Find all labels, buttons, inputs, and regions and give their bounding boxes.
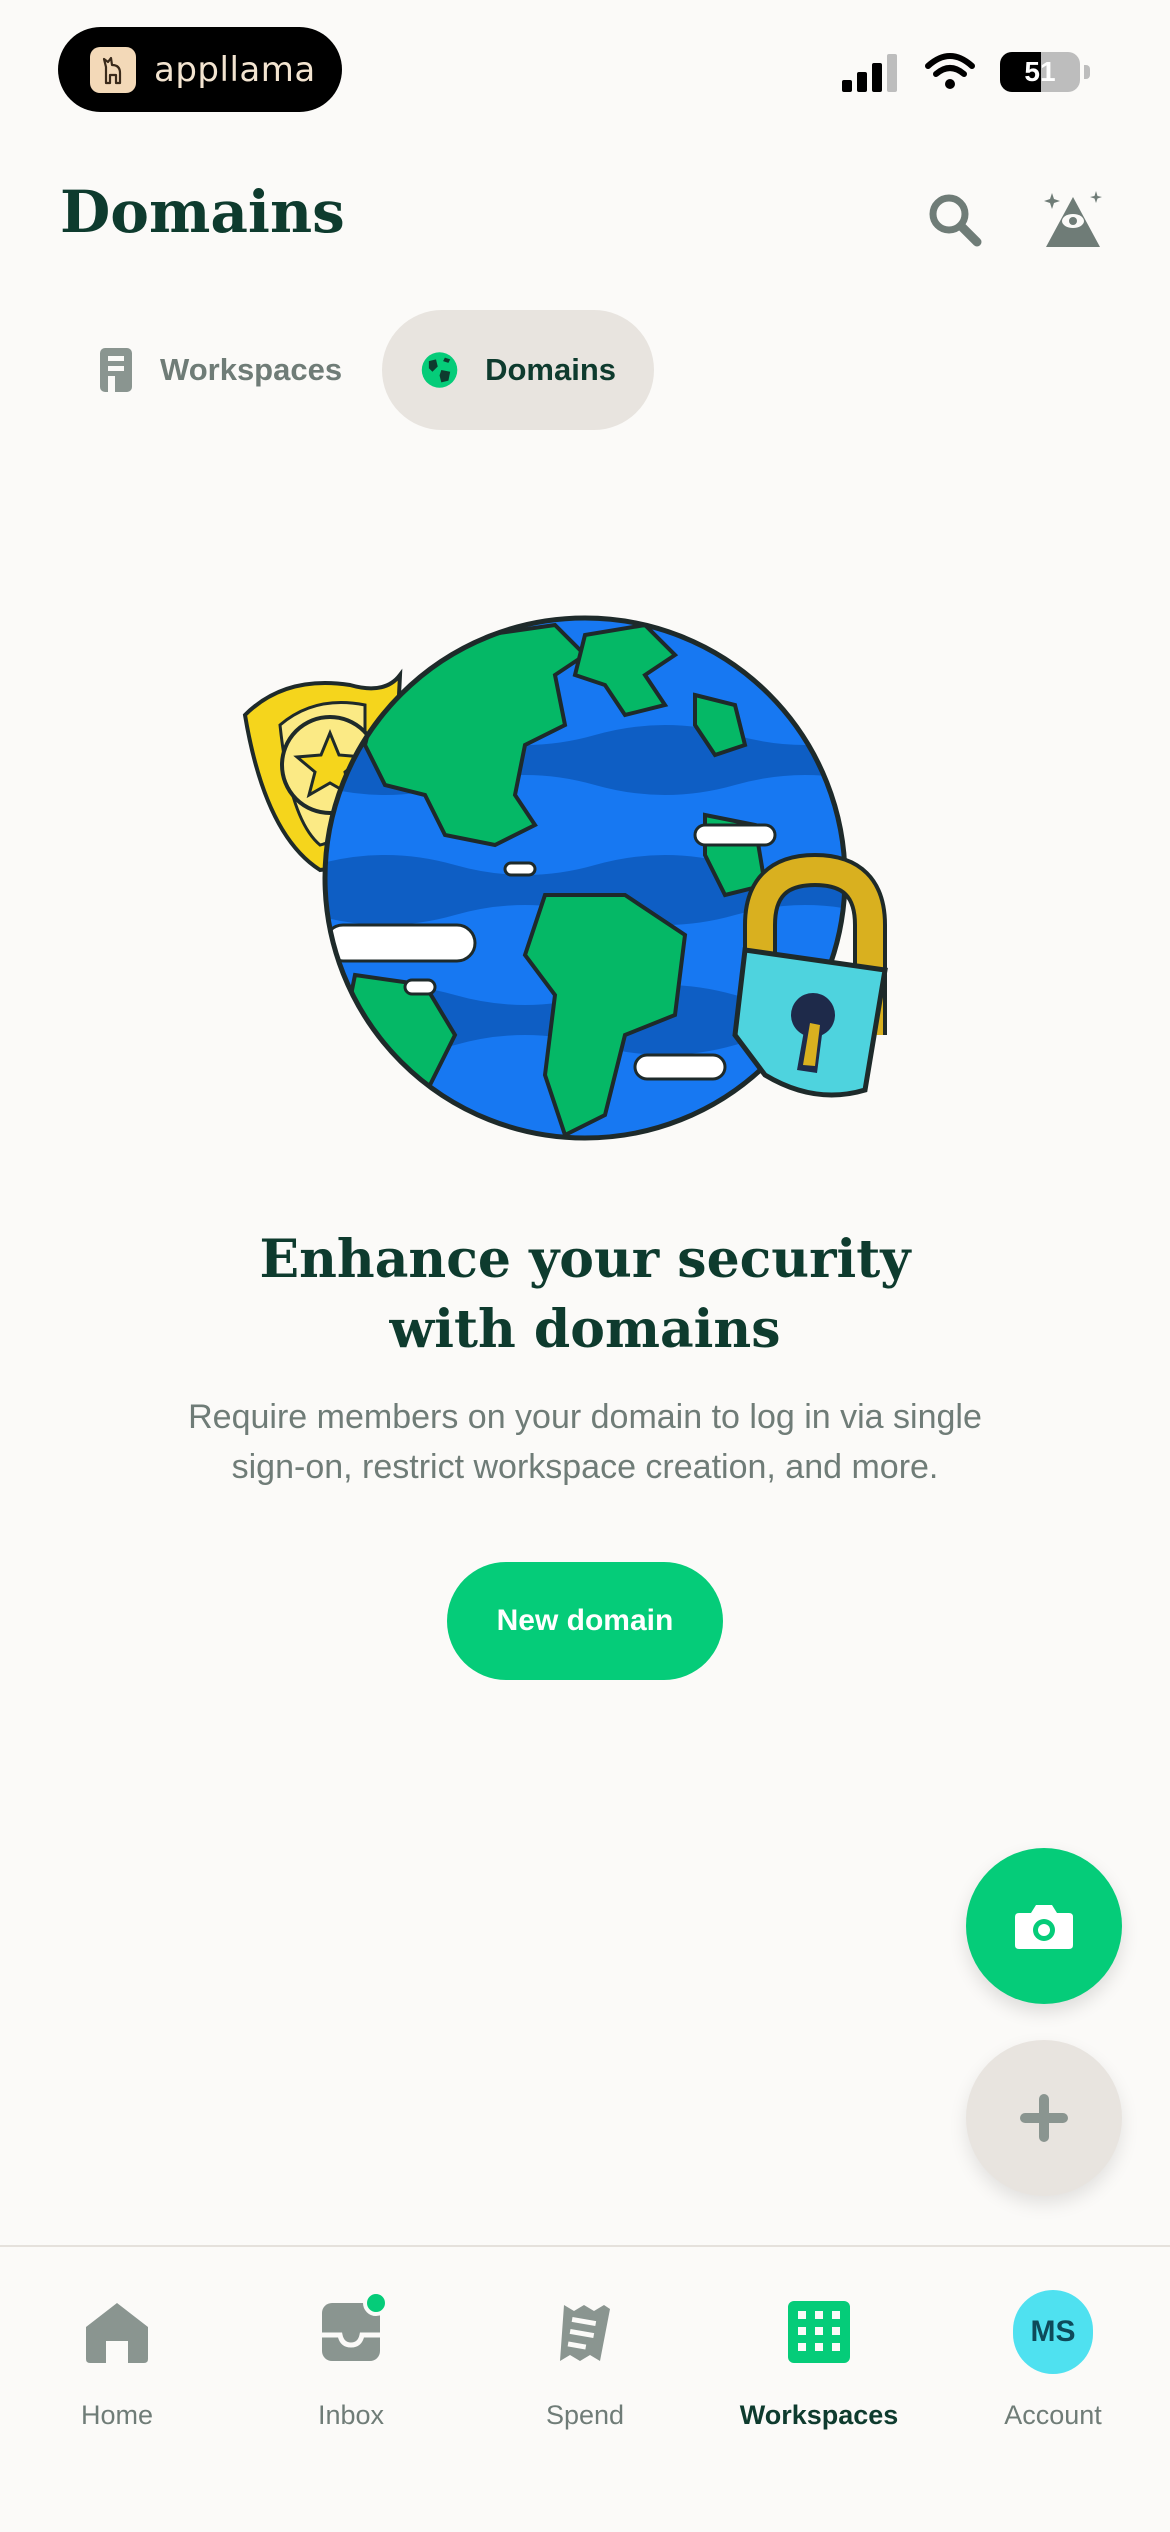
search-icon[interactable]: [920, 185, 990, 255]
tab-workspaces[interactable]: Workspaces: [60, 310, 380, 430]
tab-workspaces-label: Workspaces: [160, 352, 343, 387]
page-title: Domains: [60, 178, 345, 246]
bottom-nav: Home Inbox Spend Workspaces MS Account: [0, 2245, 1170, 2532]
nav-label-home: Home: [80, 2400, 154, 2430]
building-outline-icon: [100, 348, 132, 392]
nav-label-workspaces: Workspaces: [739, 2400, 899, 2430]
nav-label-account: Account: [1004, 2400, 1102, 2430]
nav-label-inbox: Inbox: [317, 2400, 385, 2430]
cellular-signal-icon: [842, 54, 897, 92]
nav-item-workspaces[interactable]: Workspaces: [702, 2292, 936, 2431]
camera-fab-button[interactable]: [966, 1848, 1122, 2004]
globe-security-illustration: [242, 615, 888, 1141]
plus-icon: [1020, 2094, 1068, 2142]
tab-domains[interactable]: Domains: [382, 310, 654, 430]
app-pill-text: appllama: [154, 49, 316, 90]
empty-state-title: Enhance your security with domains: [259, 1229, 911, 1360]
battery-icon: 51: [1000, 52, 1080, 92]
camera-icon: [1015, 1905, 1073, 1949]
wifi-icon: [925, 53, 975, 89]
nav-item-spend[interactable]: Spend: [468, 2292, 702, 2431]
nav-item-account[interactable]: MS Account: [936, 2290, 1170, 2431]
battery-nub: [1084, 65, 1090, 79]
nav-item-inbox[interactable]: Inbox: [234, 2290, 468, 2431]
building-icon: [779, 2292, 859, 2372]
app-pill[interactable]: appllama: [58, 27, 342, 112]
empty-state-description: Require members on your domain to log in…: [188, 1398, 982, 1486]
battery-level: 51: [1024, 56, 1056, 87]
globe-icon: [421, 352, 458, 388]
inbox-notification-dot: [363, 2290, 389, 2316]
receipt-icon: [545, 2292, 625, 2372]
inbox-icon: [311, 2290, 391, 2372]
domains-screen: appllama 51 Domains Workspaces Domains E…: [0, 0, 1170, 2532]
llama-logo-icon: [90, 46, 136, 93]
home-icon: [77, 2292, 157, 2372]
avatar-wrapper: MS: [1013, 2290, 1093, 2374]
magic-eye-icon[interactable]: [1038, 185, 1108, 255]
new-domain-button[interactable]: New domain: [447, 1562, 723, 1680]
status-indicators: 51: [842, 52, 1090, 92]
tab-domains-label: Domains: [485, 352, 616, 387]
add-fab-button[interactable]: [966, 2040, 1122, 2196]
avatar: MS: [1013, 2290, 1093, 2374]
nav-label-spend: Spend: [545, 2400, 625, 2430]
nav-item-home[interactable]: Home: [0, 2292, 234, 2431]
